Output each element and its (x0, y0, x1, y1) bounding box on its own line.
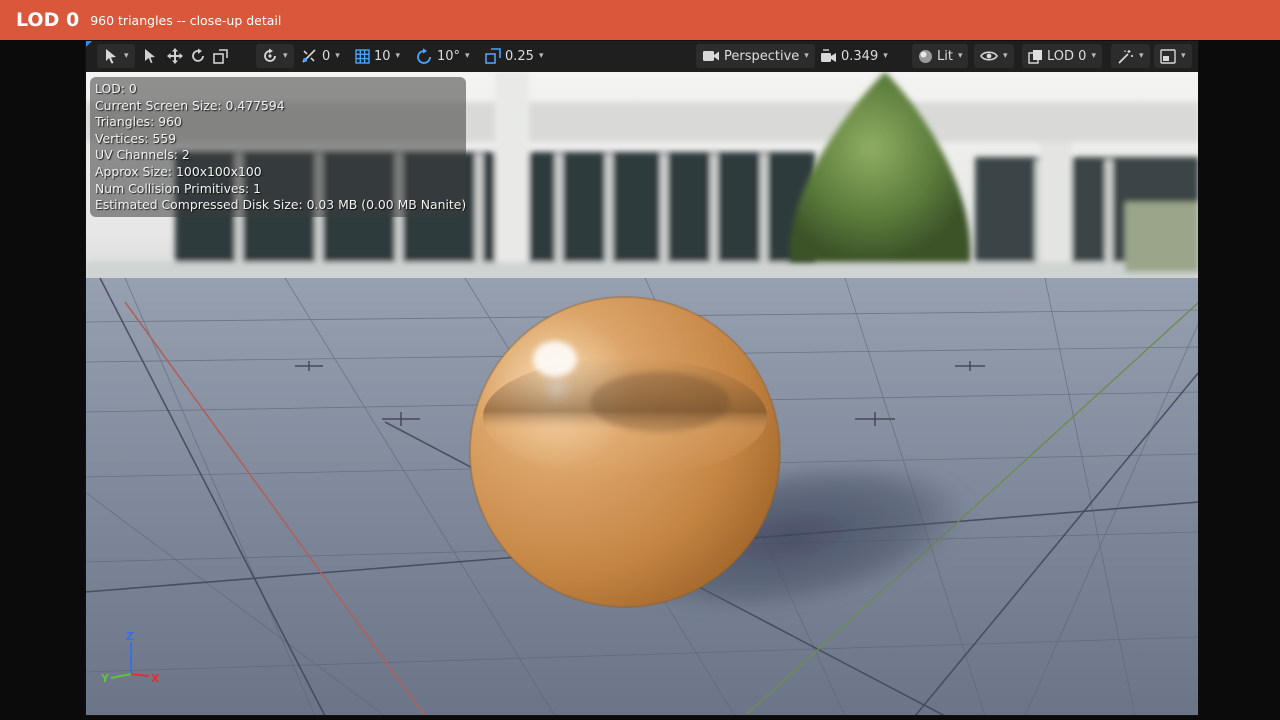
stat-lod: LOD: 0 (95, 81, 137, 96)
surface-snap-icon (302, 49, 316, 63)
stat-collision-primitives: Num Collision Primitives: 1 (95, 180, 261, 196)
chevron-down-icon: ▾ (465, 51, 470, 61)
title-banner: LOD 0 960 triangles -- close-up detail (0, 0, 1280, 40)
chevron-down-icon: ▾ (1181, 51, 1186, 61)
banner-subtitle: 960 triangles -- close-up detail (90, 12, 282, 28)
chevron-down-icon: ▾ (1139, 51, 1144, 61)
viewport-corner-marker (85, 40, 93, 48)
chevron-down-icon: ▾ (283, 51, 288, 61)
select-arrow-icon (145, 49, 155, 63)
chevron-down-icon: ▾ (1091, 51, 1096, 61)
camera-speed-value: 0.349 (841, 48, 879, 64)
stat-vertices: Vertices: 559 (95, 130, 177, 146)
cursor-icon (106, 49, 116, 64)
select-tool-button[interactable] (139, 44, 161, 68)
camera-speed-icon (821, 48, 836, 62)
stat-disk-size: Estimated Compressed Disk Size: 0.03 MB … (95, 197, 467, 213)
stat-screen-size: Current Screen Size: 0.477594 (95, 97, 285, 113)
view-mode-label: Perspective (724, 48, 800, 64)
video-camera-icon (703, 51, 719, 61)
select-mode-dropdown[interactable]: ▾ (97, 44, 135, 68)
coordinate-space-dropdown[interactable]: ▾ (256, 44, 294, 68)
rotate-icon (192, 48, 204, 62)
viewport-options-dropdown[interactable]: ▾ (1111, 44, 1150, 68)
grid-snap-dropdown[interactable]: 10 ▾ (351, 44, 404, 68)
axis-x-label: X (151, 672, 160, 685)
lit-sphere-icon (919, 49, 932, 63)
viewport[interactable]: ▾ ▾ 0 ▾ 10 ▾ 10° ▾ 0.25 ▾ Perspective ▾ … (85, 40, 1199, 716)
lod-selector-label: LOD 0 (1047, 48, 1087, 64)
rotate-snap-dropdown[interactable]: 10° ▾ (412, 44, 474, 68)
world-space-icon (264, 48, 276, 62)
scale-icon (213, 48, 228, 64)
lighting-mode-label: Lit (937, 48, 953, 64)
translate-tool-button[interactable] (163, 44, 187, 68)
viewport-bottom-edge (85, 716, 1199, 720)
move-arrows-icon (167, 48, 183, 64)
viewport-toolbar: ▾ ▾ 0 ▾ 10 ▾ 10° ▾ 0.25 ▾ Perspective ▾ … (85, 40, 1199, 72)
mesh-stats-overlay: LOD: 0 Current Screen Size: 0.477594 Tri… (95, 81, 466, 214)
chevron-down-icon: ▾ (883, 51, 888, 61)
eye-icon (980, 51, 998, 61)
lighting-mode-dropdown[interactable]: Lit ▾ (912, 44, 969, 68)
lod-selector-dropdown[interactable]: LOD 0 ▾ (1022, 44, 1102, 68)
rotate-tool-button[interactable] (186, 44, 210, 68)
scale-snap-icon (485, 48, 501, 64)
rotate-snap-value: 10° (437, 48, 461, 64)
show-flags-dropdown[interactable]: ▾ (974, 44, 1014, 68)
stat-uv-channels: UV Channels: 2 (95, 147, 190, 163)
camera-speed-dropdown[interactable]: 0.349 ▾ (816, 44, 892, 68)
scale-snap-dropdown[interactable]: 0.25 ▾ (481, 44, 547, 68)
rotate-snap-icon (417, 48, 431, 64)
viewport-layout-dropdown[interactable]: ▾ (1154, 44, 1192, 68)
magic-wand-icon (1118, 49, 1133, 64)
translate-snap-toggle[interactable]: 0 ▾ (297, 44, 344, 68)
chevron-down-icon: ▾ (538, 51, 544, 61)
view-mode-dropdown[interactable]: Perspective ▾ (696, 44, 815, 68)
chevron-down-icon: ▾ (395, 51, 401, 61)
chevron-down-icon: ▾ (335, 51, 340, 61)
grid-icon (355, 48, 370, 64)
chevron-down-icon: ▾ (804, 51, 809, 61)
chevron-down-icon: ▾ (124, 51, 129, 61)
grid-snap-value: 10 (374, 48, 391, 64)
scale-tool-button[interactable] (209, 44, 232, 68)
viewport-layout-icon (1160, 48, 1176, 64)
axis-z-label: Z (126, 630, 134, 643)
chevron-down-icon: ▾ (1003, 51, 1008, 61)
sphere-mesh (469, 296, 781, 608)
banner-lod-title: LOD 0 (16, 9, 80, 31)
stat-approx-size: Approx Size: 100x100x100 (95, 163, 262, 179)
scale-snap-value: 0.25 (505, 48, 534, 64)
stat-triangles: Triangles: 960 (95, 114, 182, 130)
chevron-down-icon: ▾ (957, 51, 963, 61)
axis-y-label: Y (101, 672, 109, 685)
lod-layers-icon (1028, 49, 1042, 64)
translate-snap-value: 0 (322, 48, 331, 64)
